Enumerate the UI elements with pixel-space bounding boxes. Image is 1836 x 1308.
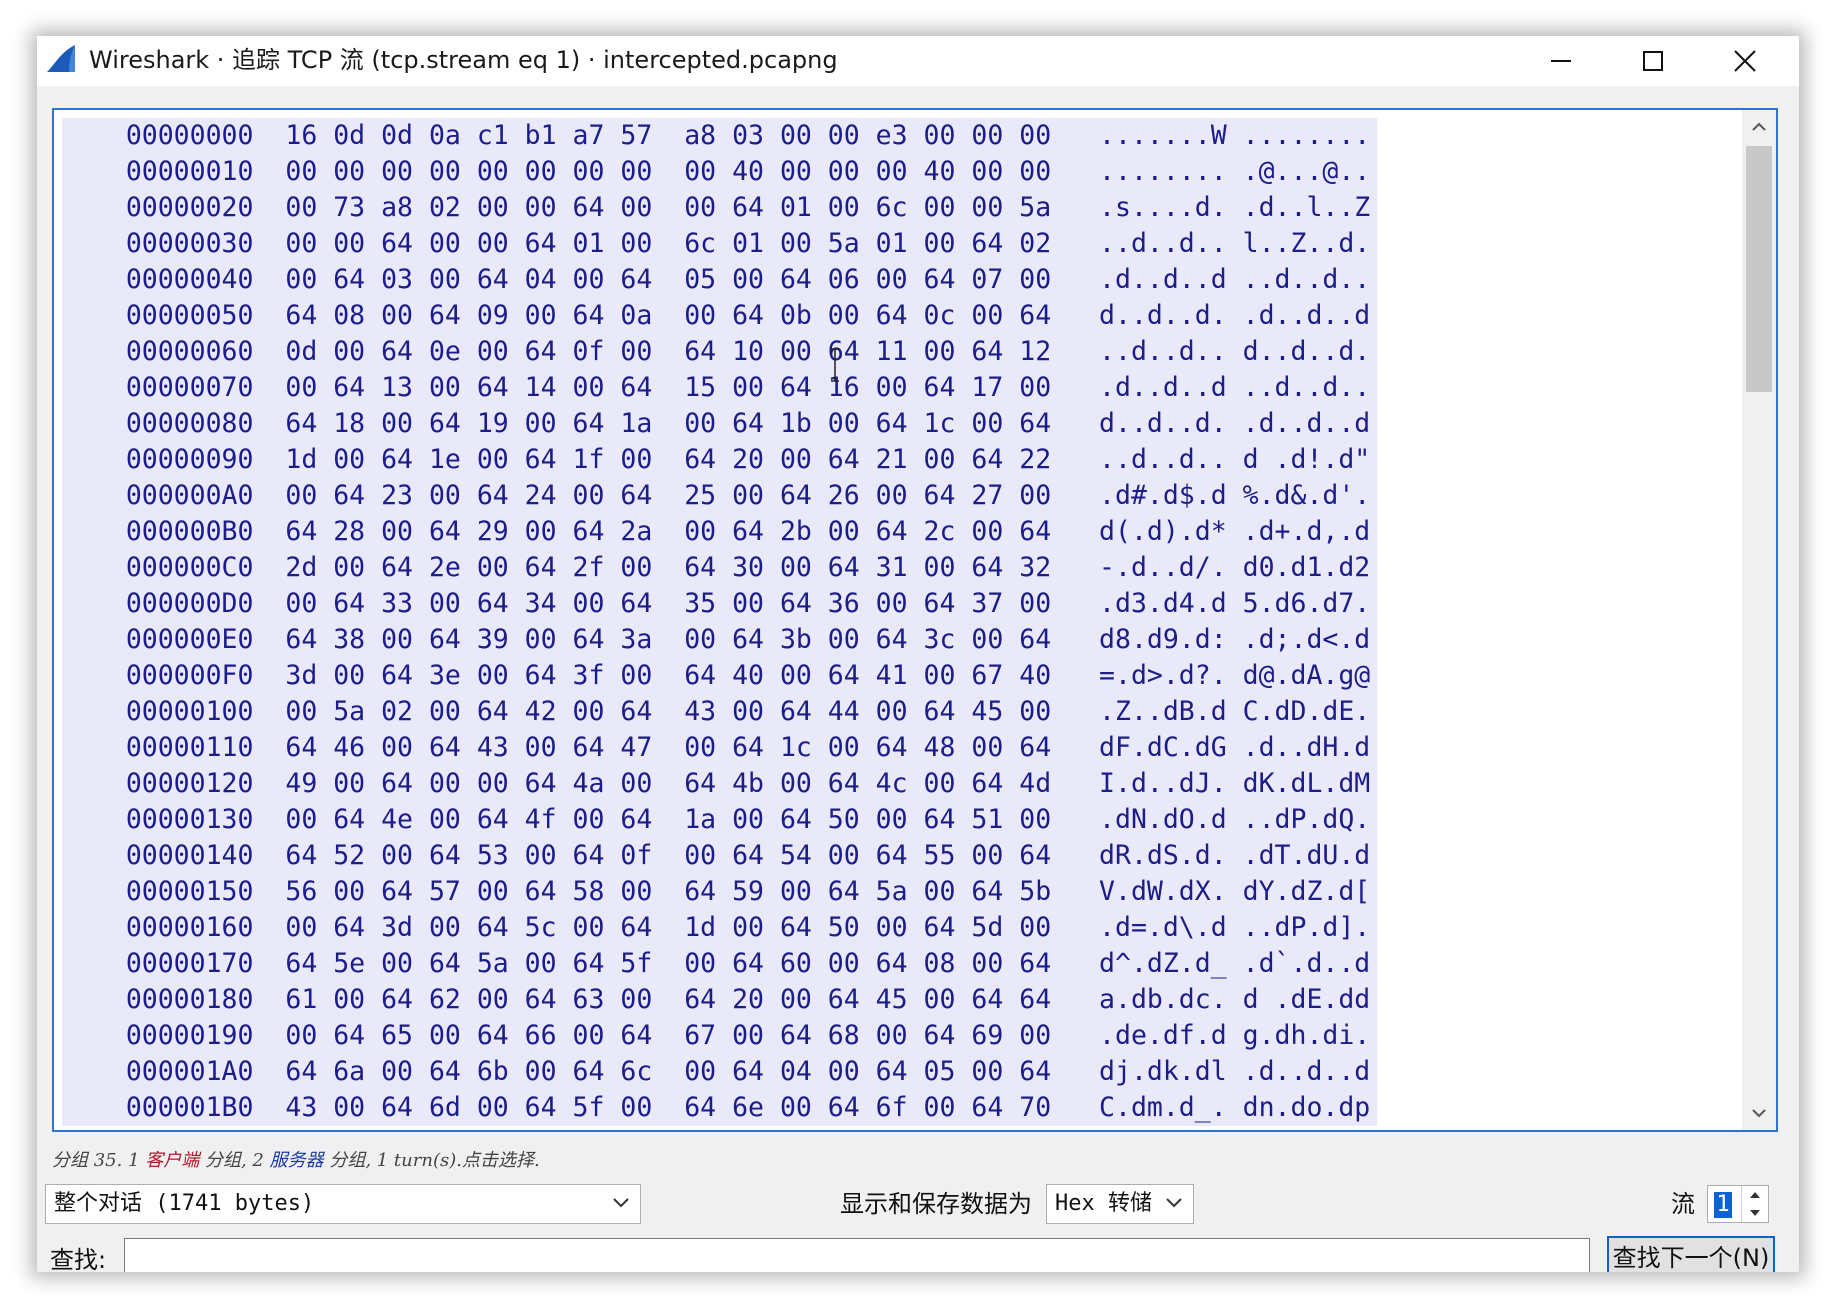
status-line: 分组 35. 1 客户端 分组, 2 服务器 分组, 1 turn(s).点击选… [52, 1148, 540, 1174]
hex-row[interactable]: 000001B0 43 00 64 6d 00 64 5f 00 64 6e 0… [62, 1090, 1377, 1126]
follow-tcp-stream-window: Wireshark · 追踪 TCP 流 (tcp.stream eq 1) ·… [37, 36, 1799, 1272]
hex-row[interactable]: 00000150 56 00 64 57 00 64 58 00 64 59 0… [62, 874, 1377, 910]
stream-content-pane[interactable]: 00000000 16 0d 0d 0a c1 b1 a7 57 a8 03 0… [52, 108, 1778, 1132]
spin-down-button[interactable] [1742, 1204, 1768, 1222]
hex-row[interactable]: 000001A0 64 6a 00 64 6b 00 64 6c 00 64 0… [62, 1054, 1377, 1090]
maximize-button[interactable] [1607, 36, 1699, 86]
chevron-down-icon [613, 1198, 629, 1208]
display-as-label: 显示和保存数据为 [840, 1190, 1032, 1218]
window-title: Wireshark · 追踪 TCP 流 (tcp.stream eq 1) ·… [89, 46, 838, 74]
conversation-select-value: 整个对话 (1741 bytes) [54, 1191, 315, 1216]
title-bar[interactable]: Wireshark · 追踪 TCP 流 (tcp.stream eq 1) ·… [37, 36, 1799, 86]
hex-row[interactable]: 000000B0 64 28 00 64 29 00 64 2a 00 64 2… [62, 514, 1377, 550]
close-button[interactable] [1699, 36, 1791, 86]
spin-up-button[interactable] [1742, 1186, 1768, 1204]
chevron-up-icon [1752, 122, 1766, 131]
chevron-down-icon [1752, 1109, 1766, 1118]
scroll-up-button[interactable] [1742, 110, 1776, 144]
hex-row[interactable]: 00000050 64 08 00 64 09 00 64 0a 00 64 0… [62, 298, 1377, 334]
text-cursor-icon [831, 348, 839, 382]
hex-row[interactable]: 00000160 00 64 3d 00 64 5c 00 64 1d 00 6… [62, 910, 1377, 946]
find-next-button[interactable]: 查找下一个(N) [1607, 1236, 1775, 1272]
hex-row[interactable]: 00000030 00 00 64 00 00 64 01 00 6c 01 0… [62, 226, 1377, 262]
vertical-scrollbar[interactable] [1742, 110, 1776, 1130]
minimize-icon [1551, 60, 1571, 62]
hex-row[interactable]: 00000080 64 18 00 64 19 00 64 1a 00 64 1… [62, 406, 1377, 442]
find-label: 查找: [50, 1246, 107, 1272]
hex-dump[interactable]: 00000000 16 0d 0d 0a c1 b1 a7 57 a8 03 0… [62, 118, 1377, 1130]
hex-row[interactable]: 00000120 49 00 64 00 00 64 4a 00 64 4b 0… [62, 766, 1377, 802]
hex-row[interactable]: 00000090 1d 00 64 1e 00 64 1f 00 64 20 0… [62, 442, 1377, 478]
spin-buttons [1741, 1186, 1768, 1222]
hex-row[interactable]: 00000190 00 64 65 00 64 66 00 64 67 00 6… [62, 1018, 1377, 1054]
stream-label: 流 [1671, 1190, 1695, 1218]
server-packets-link[interactable]: 服务器 [270, 1150, 324, 1171]
triangle-down-icon [1750, 1210, 1760, 1216]
hex-row[interactable]: 000000C0 2d 00 64 2e 00 64 2f 00 64 30 0… [62, 550, 1377, 586]
close-icon [1734, 50, 1756, 72]
scroll-down-button[interactable] [1742, 1096, 1776, 1130]
hex-row[interactable]: 00000060 0d 00 64 0e 00 64 0f 00 64 10 0… [62, 334, 1377, 370]
status-suffix: 分组, 1 turn(s).点击选择. [323, 1150, 540, 1171]
chevron-down-icon [1166, 1198, 1182, 1208]
hex-row[interactable]: 00000180 61 00 64 62 00 64 63 00 64 20 0… [62, 982, 1377, 1018]
hex-row[interactable]: 00000110 64 46 00 64 43 00 64 47 00 64 1… [62, 730, 1377, 766]
wireshark-fin-icon [47, 45, 75, 72]
maximize-icon [1643, 51, 1663, 71]
status-prefix: 分组 35. 1 [52, 1150, 146, 1171]
stream-number-spinbox[interactable]: 1 [1707, 1185, 1769, 1223]
hex-row[interactable]: 000000A0 00 64 23 00 64 24 00 64 25 00 6… [62, 478, 1377, 514]
hex-row[interactable]: 00000070 00 64 13 00 64 14 00 64 15 00 6… [62, 370, 1377, 406]
hex-row[interactable]: 00000100 00 5a 02 00 64 42 00 64 43 00 6… [62, 694, 1377, 730]
conversation-select[interactable]: 整个对话 (1741 bytes) [45, 1184, 641, 1224]
hex-row[interactable]: 00000170 64 5e 00 64 5a 00 64 5f 00 64 6… [62, 946, 1377, 982]
client-packets-link[interactable]: 客户端 [145, 1150, 199, 1171]
find-input[interactable] [124, 1238, 1590, 1272]
hex-row[interactable]: 00000040 00 64 03 00 64 04 00 64 05 00 6… [62, 262, 1377, 298]
hex-row[interactable]: 00000140 64 52 00 64 53 00 64 0f 00 64 5… [62, 838, 1377, 874]
display-as-select[interactable]: Hex 转储 [1046, 1184, 1194, 1224]
display-as-value: Hex 转储 [1055, 1191, 1152, 1216]
scroll-thumb[interactable] [1746, 146, 1772, 392]
hex-row[interactable]: 00000010 00 00 00 00 00 00 00 00 00 40 0… [62, 154, 1377, 190]
hex-row[interactable]: 000000F0 3d 00 64 3e 00 64 3f 00 64 40 0… [62, 658, 1377, 694]
hex-row[interactable]: 000000D0 00 64 33 00 64 34 00 64 35 00 6… [62, 586, 1377, 622]
hex-row[interactable]: 00000000 16 0d 0d 0a c1 b1 a7 57 a8 03 0… [62, 118, 1377, 154]
hex-row[interactable]: 000000E0 64 38 00 64 39 00 64 3a 00 64 3… [62, 622, 1377, 658]
hex-row[interactable]: 00000130 00 64 4e 00 64 4f 00 64 1a 00 6… [62, 802, 1377, 838]
triangle-up-icon [1750, 1192, 1760, 1198]
stream-number-value[interactable]: 1 [1714, 1192, 1732, 1218]
status-mid: 分组, 2 [199, 1150, 270, 1171]
hex-row[interactable]: 00000020 00 73 a8 02 00 00 64 00 00 64 0… [62, 190, 1377, 226]
minimize-button[interactable] [1515, 36, 1607, 86]
